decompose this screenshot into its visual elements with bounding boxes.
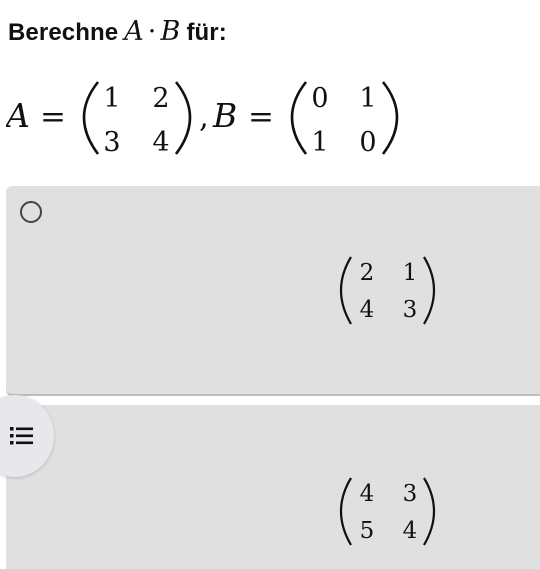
equation-separator: , bbox=[199, 99, 209, 135]
matrix-b-equals: = bbox=[248, 99, 274, 135]
matrix-a-label: A bbox=[6, 96, 30, 135]
matrix-a-cell-1-2: 2 bbox=[152, 83, 169, 114]
matrix-a-cell-2-1: 3 bbox=[103, 127, 120, 158]
matrix-a-right-paren bbox=[174, 81, 192, 155]
matrix-a-cell-1-1: 1 bbox=[103, 83, 120, 114]
option-2-left-paren bbox=[340, 477, 352, 546]
matrix-a-equals: = bbox=[40, 99, 66, 135]
answer-option-1[interactable]: 2 1 4 3 bbox=[6, 186, 540, 396]
question-prompt: Berechne A · Bfür: bbox=[8, 16, 227, 47]
option-1-cell-2-1: 4 bbox=[360, 297, 375, 323]
quiz-page: Berechne A · Bfür: A = 1 2 3 4 , B = 0 1 1 … bbox=[0, 0, 540, 569]
radio-unchecked-icon[interactable] bbox=[20, 201, 42, 223]
matrix-b-cell-2-2: 0 bbox=[359, 127, 376, 158]
matrix-b-label: B bbox=[212, 96, 237, 135]
question-prefix: Berechne bbox=[8, 19, 119, 46]
answer-option-2-matrix: 4 3 5 4 bbox=[340, 477, 435, 546]
question-var-a: A bbox=[124, 16, 144, 47]
matrix-b-left-paren bbox=[290, 81, 308, 155]
option-2-cell-1-1: 4 bbox=[360, 481, 375, 507]
option-2-right-paren bbox=[423, 477, 435, 546]
matrix-a-cell-2-2: 4 bbox=[152, 127, 169, 158]
option-2-cell-1-2: 3 bbox=[403, 481, 418, 507]
matrix-a-left-paren bbox=[82, 81, 100, 155]
answer-option-1-matrix: 2 1 4 3 bbox=[340, 256, 435, 325]
equation-display: A = 1 2 3 4 , B = 0 1 1 0 bbox=[6, 81, 399, 158]
list-icon bbox=[10, 427, 33, 445]
matrix-b-cell-1-2: 1 bbox=[359, 83, 376, 114]
option-1-cell-1-2: 1 bbox=[403, 260, 418, 286]
option-1-right-paren bbox=[423, 256, 435, 325]
question-dot-operator: · bbox=[147, 16, 157, 47]
option-2-cell-2-2: 4 bbox=[403, 518, 418, 544]
option-2-cell-2-1: 5 bbox=[360, 518, 375, 544]
question-suffix: für: bbox=[186, 19, 227, 46]
answer-option-2[interactable]: 4 3 5 4 bbox=[6, 405, 540, 569]
question-var-b: B bbox=[160, 16, 181, 47]
matrix-b-cell-1-1: 0 bbox=[311, 83, 328, 114]
option-1-cell-1-1: 2 bbox=[360, 260, 375, 286]
matrix-b-right-paren bbox=[381, 81, 399, 155]
matrix-b-cell-2-1: 1 bbox=[311, 127, 328, 158]
option-1-left-paren bbox=[340, 256, 352, 325]
option-1-cell-2-2: 3 bbox=[403, 297, 418, 323]
